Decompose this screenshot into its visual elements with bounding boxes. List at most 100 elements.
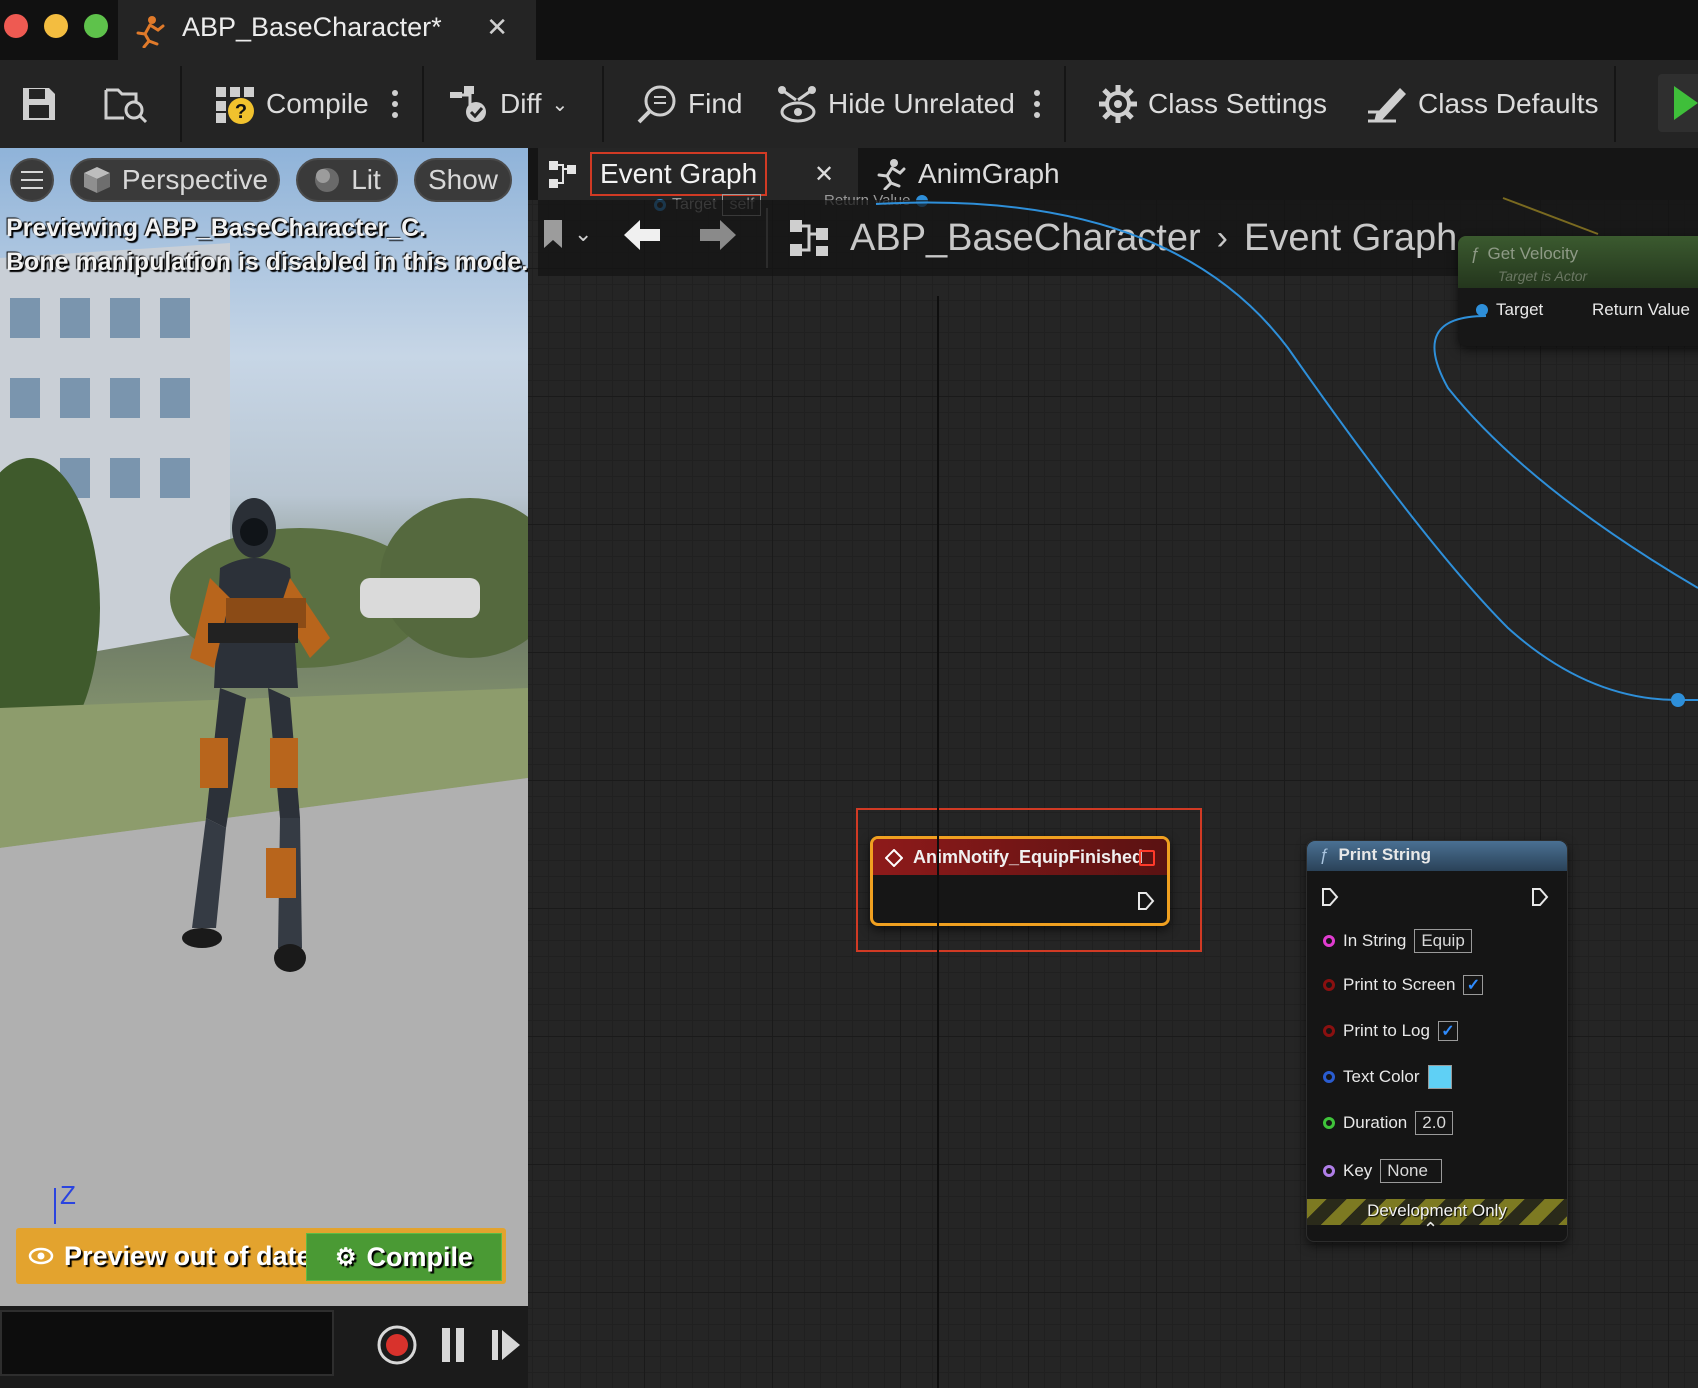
text-color-pin[interactable]: Text Color (1323, 1065, 1452, 1089)
in-string-pin[interactable]: In String Equip (1323, 929, 1472, 953)
hide-unrelated-button[interactable]: Hide Unrelated (776, 60, 1015, 148)
event-exec-out-pin[interactable] (1137, 891, 1155, 916)
print-string-exec-out-pin[interactable] (1531, 887, 1549, 912)
toolbar-divider (180, 66, 182, 142)
get-velocity-node[interactable]: ƒ Get Velocity Target is Actor Target Re… (1458, 236, 1698, 346)
preview-compile-button[interactable]: ⚙ Compile (306, 1233, 502, 1281)
bookmark-dropdown[interactable]: ⌄ (542, 218, 592, 250)
print-to-log-checkbox[interactable]: ✓ (1437, 1021, 1458, 1041)
diff-icon (450, 86, 486, 122)
toolbar-divider (422, 66, 424, 142)
lit-dropdown[interactable]: Lit (296, 158, 398, 202)
close-window-button[interactable] (4, 14, 28, 38)
pin-icon (1476, 304, 1488, 316)
step-forward-icon (492, 1330, 520, 1360)
diff-dropdown[interactable]: Diff ⌄ (448, 60, 568, 148)
perspective-cube-icon (83, 167, 110, 193)
chevron-right-icon: › (1216, 218, 1228, 257)
compile-options-button[interactable] (390, 60, 400, 148)
pause-icon (442, 1328, 464, 1362)
delegate-pin-icon[interactable] (1139, 850, 1155, 866)
get-velocity-return-label: Return Value (1592, 300, 1690, 319)
duration-label: Duration (1343, 1113, 1408, 1132)
compile-button[interactable]: ? Compile (214, 60, 369, 148)
key-input[interactable]: None (1380, 1159, 1443, 1183)
browse-button[interactable] (104, 60, 148, 148)
minimize-window-button[interactable] (44, 14, 68, 38)
print-to-screen-label: Print to Screen (1343, 975, 1456, 994)
anim-notify-event-node[interactable]: AnimNotify_EquipFinished (870, 836, 1170, 926)
expand-node-button[interactable]: ⌃ (1423, 1219, 1438, 1240)
tab-anim-graph-label: AnimGraph (918, 158, 1060, 189)
axis-z-line (54, 1188, 56, 1224)
get-velocity-target-pin[interactable]: Target (1476, 300, 1543, 320)
graph-icon (788, 218, 832, 263)
in-string-label: In String (1343, 931, 1407, 950)
hamburger-icon (21, 171, 43, 189)
print-string-title: Print String (1338, 845, 1432, 864)
print-string-node[interactable]: ƒ Print String In String Equip Print to … (1306, 840, 1568, 1242)
show-dropdown[interactable]: Show (414, 158, 512, 202)
play-button[interactable] (1658, 74, 1698, 132)
pin-icon (1323, 1117, 1335, 1129)
perspective-dropdown[interactable]: Perspective (70, 158, 280, 202)
development-only-label: Development Only (1367, 1201, 1507, 1220)
print-to-log-pin[interactable]: Print to Log ✓ (1323, 1021, 1458, 1041)
diff-label: Diff (500, 88, 542, 119)
breadcrumb-current[interactable]: Event Graph (1244, 217, 1457, 260)
back-button[interactable] (622, 218, 662, 257)
key-label: Key (1343, 1161, 1373, 1180)
anim-blueprint-icon (132, 14, 166, 53)
graph-icon (549, 161, 576, 188)
tab-event-graph[interactable]: Event Graph (548, 148, 768, 200)
breadcrumb: ABP_BaseCharacter › Event Graph (850, 200, 1457, 276)
timeline-field[interactable] (0, 1310, 334, 1376)
record-button[interactable] (376, 1324, 418, 1371)
exec-pin-icon (1532, 888, 1549, 906)
pin-icon (1323, 1071, 1335, 1083)
duration-input[interactable]: 2.0 (1415, 1111, 1453, 1135)
print-to-log-label: Print to Log (1343, 1021, 1430, 1040)
find-button[interactable]: Find (636, 60, 742, 148)
event-diamond-icon (885, 848, 903, 867)
step-forward-button[interactable] (490, 1326, 522, 1369)
get-velocity-return-pin[interactable]: Return Value (1592, 300, 1698, 320)
event-node-title-row: AnimNotify_EquipFinished (885, 847, 1143, 868)
arrow-right-icon (700, 220, 736, 250)
class-defaults-label: Class Defaults (1418, 88, 1599, 119)
breadcrumb-root[interactable]: ABP_BaseCharacter (850, 217, 1201, 260)
class-settings-button[interactable]: Class Settings (1098, 60, 1327, 148)
forward-button[interactable] (698, 218, 738, 257)
arrow-left-icon (624, 220, 660, 250)
print-to-screen-checkbox[interactable]: ✓ (1463, 975, 1484, 995)
get-velocity-target-label: Target (1496, 300, 1544, 319)
zoom-window-button[interactable] (84, 14, 108, 38)
find-label: Find (688, 88, 743, 119)
graph-editor[interactable]: Event Graph ✕ AnimGraph Target self Retu… (528, 148, 1698, 1388)
gear-icon: ⚙ (334, 1243, 357, 1271)
compile-status-unknown-icon: ? (216, 87, 254, 124)
main-toolbar: ? Compile Diff ⌄ Find Hide Unrelated Cla… (0, 60, 1698, 148)
document-tab[interactable]: ABP_BaseCharacter* ✕ (118, 0, 536, 60)
viewport-menu-button[interactable] (10, 158, 54, 202)
save-icon (23, 88, 55, 120)
eye-icon (28, 1247, 54, 1265)
text-color-label: Text Color (1343, 1067, 1420, 1086)
pause-button[interactable] (440, 1326, 466, 1369)
print-string-exec-in-pin[interactable] (1321, 887, 1339, 912)
graph-options-button[interactable] (1032, 60, 1042, 148)
key-pin[interactable]: Key None (1323, 1159, 1443, 1183)
duration-pin[interactable]: Duration 2.0 (1323, 1111, 1453, 1135)
title-bar: ABP_BaseCharacter* ✕ (0, 0, 1698, 60)
class-defaults-button[interactable]: Class Defaults (1366, 60, 1599, 148)
save-button[interactable] (20, 60, 58, 148)
get-velocity-title-row: ƒ Get Velocity (1470, 244, 1578, 264)
print-to-screen-pin[interactable]: Print to Screen ✓ (1323, 975, 1484, 995)
in-string-input[interactable]: Equip (1414, 929, 1472, 953)
document-tab-title: ABP_BaseCharacter* (182, 12, 442, 42)
preview-viewport[interactable]: Perspective Lit Show Previewing ABP_Base… (0, 148, 528, 1306)
function-icon: ƒ (1319, 845, 1329, 864)
text-color-swatch[interactable] (1427, 1065, 1452, 1089)
preview-compile-label: Compile (366, 1241, 474, 1272)
close-tab-button[interactable]: ✕ (486, 12, 508, 43)
